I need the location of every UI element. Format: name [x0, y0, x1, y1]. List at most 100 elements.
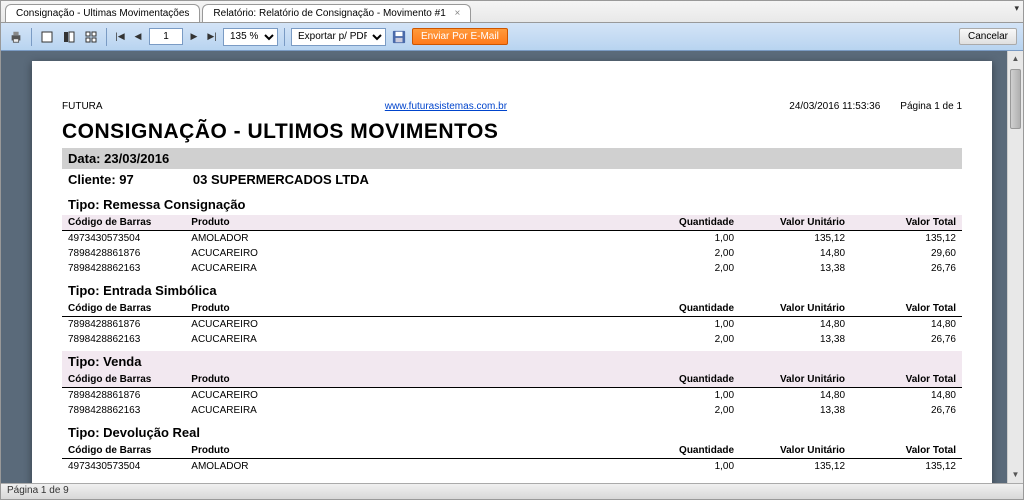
col-quantidade: Quantidade	[654, 443, 740, 459]
cell-produto: AMOLADOR	[185, 459, 653, 475]
cell-qty: 2,00	[654, 332, 740, 347]
client-code: 97	[119, 172, 189, 187]
view-continuous-icon[interactable]	[60, 28, 78, 46]
separator	[106, 28, 107, 46]
col-produto: Produto	[185, 301, 653, 317]
table-row: 4973430573504AMOLADOR1,00135,12135,12	[62, 459, 962, 475]
first-page-button[interactable]: |◀	[113, 29, 127, 45]
tab-relatorio[interactable]: Relatório: Relatório de Consignação - Mo…	[202, 4, 471, 22]
company-name: FUTURA	[62, 101, 103, 112]
tab-dropdown-icon[interactable]: ▾	[1014, 3, 1019, 14]
prev-page-button[interactable]: ◀	[131, 29, 145, 45]
items-table: Código de BarrasProdutoQuantidadeValor U…	[62, 443, 962, 474]
cell-produto: AMOLADOR	[185, 231, 653, 247]
tipo-label: Tipo:	[68, 283, 100, 298]
tab-consignacao[interactable]: Consignação - Ultimas Movimentações	[5, 4, 200, 22]
cell-qty: 1,00	[654, 231, 740, 247]
report-page-counter: Página 1 de 1	[900, 101, 962, 112]
cell-produto: ACUCAREIRO	[185, 246, 653, 261]
cell-barras: 4973430573504	[62, 231, 185, 247]
report-viewport[interactable]: FUTURA www.futurasistemas.com.br 24/03/2…	[1, 51, 1023, 483]
status-bar: Página 1 de 9	[1, 483, 1023, 499]
cell-barras: 7898428861876	[62, 388, 185, 404]
tipo-label: Tipo:	[68, 197, 100, 212]
cell-total: 26,76	[851, 261, 962, 276]
date-label: Data:	[68, 151, 101, 166]
cell-unit: 13,38	[740, 332, 851, 347]
client-row: Cliente: 97 03 SUPERMERCADOS LTDA	[62, 169, 962, 190]
cell-total: 14,80	[851, 388, 962, 404]
view-grid-icon[interactable]	[82, 28, 100, 46]
separator	[284, 28, 285, 46]
cell-produto: ACUCAREIRA	[185, 403, 653, 418]
export-select[interactable]: Exportar p/ PDF	[291, 28, 386, 46]
tipo-header: Tipo: Venda	[62, 351, 962, 372]
items-table: Código de BarrasProdutoQuantidadeValor U…	[62, 372, 962, 418]
report-timestamp: 24/03/2016 11:53:36	[789, 101, 880, 112]
separator	[31, 28, 32, 46]
table-row: 7898428862163ACUCAREIRA2,0013,3826,76	[62, 403, 962, 418]
cell-total: 26,76	[851, 332, 962, 347]
page-number-input[interactable]	[149, 28, 183, 45]
cell-produto: ACUCAREIRA	[185, 332, 653, 347]
col-barras: Código de Barras	[62, 372, 185, 388]
col-barras: Código de Barras	[62, 443, 185, 459]
col-barras: Código de Barras	[62, 215, 185, 231]
cell-unit: 135,12	[740, 231, 851, 247]
tipo-label: Tipo:	[68, 354, 100, 369]
cancel-button[interactable]: Cancelar	[959, 28, 1017, 45]
col-total: Valor Total	[851, 215, 962, 231]
col-total: Valor Total	[851, 301, 962, 317]
cell-barras: 7898428862163	[62, 403, 185, 418]
col-total: Valor Total	[851, 372, 962, 388]
cell-unit: 14,80	[740, 317, 851, 333]
cell-qty: 1,00	[654, 388, 740, 404]
cell-qty: 1,00	[654, 459, 740, 475]
cell-qty: 2,00	[654, 246, 740, 261]
send-email-button[interactable]: Enviar Por E-Mail	[412, 28, 508, 45]
cell-barras: 7898428862163	[62, 332, 185, 347]
save-icon[interactable]	[390, 28, 408, 46]
table-row: 4973430573504AMOLADOR1,00135,12135,12	[62, 231, 962, 247]
next-page-button[interactable]: ▶	[187, 29, 201, 45]
cell-total: 14,80	[851, 317, 962, 333]
print-icon[interactable]	[7, 28, 25, 46]
col-quantidade: Quantidade	[654, 372, 740, 388]
table-row: 7898428861876ACUCAREIRO1,0014,8014,80	[62, 317, 962, 333]
cell-produto: ACUCAREIRO	[185, 388, 653, 404]
items-table: Código de BarrasProdutoQuantidadeValor U…	[62, 301, 962, 347]
table-row: 7898428862163ACUCAREIRA2,0013,3826,76	[62, 261, 962, 276]
vertical-scrollbar[interactable]: ▲ ▼	[1007, 51, 1023, 483]
close-icon[interactable]: ×	[455, 8, 461, 19]
tipo-value: Entrada Simbólica	[103, 283, 216, 298]
cell-total: 135,12	[851, 459, 962, 475]
cell-qty: 1,00	[654, 317, 740, 333]
view-single-icon[interactable]	[38, 28, 56, 46]
scrollbar-thumb[interactable]	[1010, 69, 1021, 129]
col-produto: Produto	[185, 372, 653, 388]
col-quantidade: Quantidade	[654, 301, 740, 317]
col-unitario: Valor Unitário	[740, 443, 851, 459]
scroll-up-icon[interactable]: ▲	[1008, 51, 1023, 67]
date-value: 23/03/2016	[104, 151, 169, 166]
col-produto: Produto	[185, 443, 653, 459]
tipo-header: Tipo: Devolução Real	[62, 422, 962, 443]
cell-unit: 14,80	[740, 246, 851, 261]
zoom-select[interactable]: 135 %	[223, 28, 278, 46]
cell-total: 26,76	[851, 403, 962, 418]
tab-label: Consignação - Ultimas Movimentações	[16, 8, 189, 19]
col-unitario: Valor Unitário	[740, 215, 851, 231]
tipo-value: Devolução Real	[103, 425, 200, 440]
cell-produto: ACUCAREIRA	[185, 261, 653, 276]
cell-qty: 2,00	[654, 403, 740, 418]
website-link[interactable]: www.futurasistemas.com.br	[385, 101, 507, 112]
last-page-button[interactable]: ▶|	[205, 29, 219, 45]
cell-barras: 4973430573504	[62, 459, 185, 475]
scroll-down-icon[interactable]: ▼	[1008, 467, 1023, 483]
date-bar: Data: 23/03/2016	[62, 148, 962, 169]
cell-barras: 7898428861876	[62, 246, 185, 261]
client-name: 03 SUPERMERCADOS LTDA	[193, 172, 369, 187]
col-quantidade: Quantidade	[654, 215, 740, 231]
cell-barras: 7898428862163	[62, 261, 185, 276]
cell-unit: 13,38	[740, 403, 851, 418]
